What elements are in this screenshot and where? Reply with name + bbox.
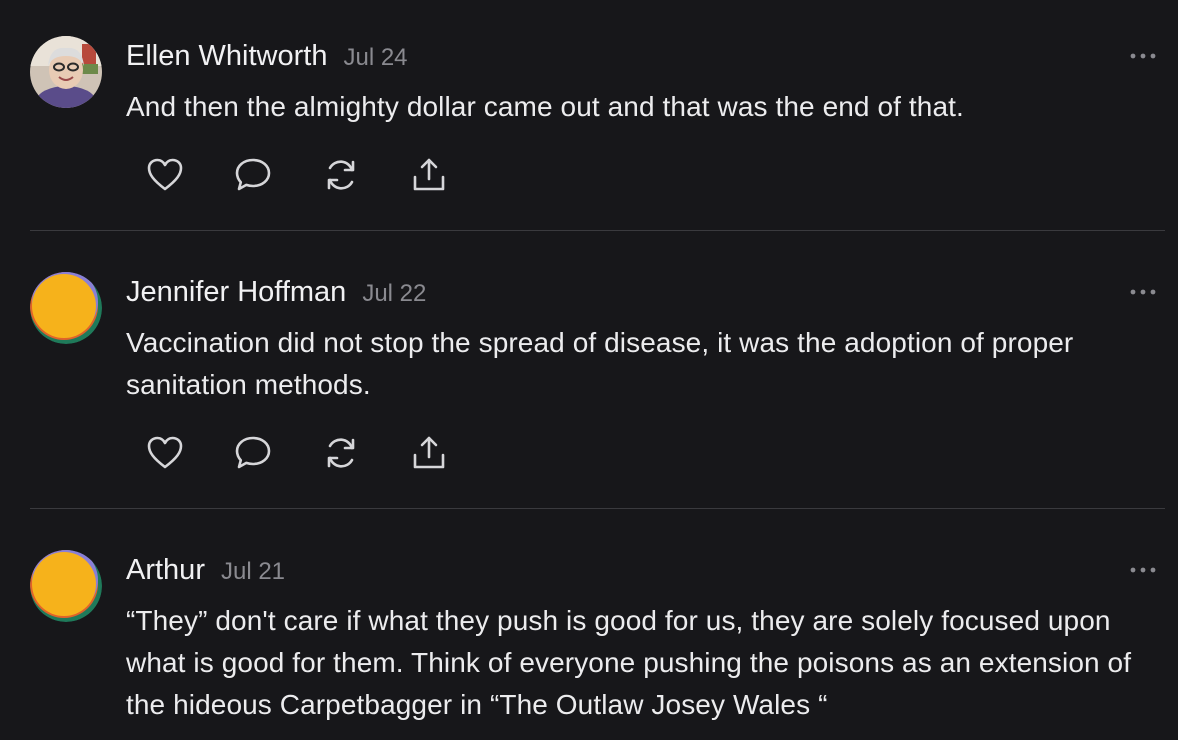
comment-actions <box>144 154 496 196</box>
comment-feed: Ellen Whitworth Jul 24 And then the almi… <box>0 0 1178 740</box>
avatar[interactable] <box>30 272 102 344</box>
speech-bubble-icon <box>235 436 271 469</box>
comment-date[interactable]: Jul 24 <box>343 44 407 72</box>
comment-text: Vaccination did not stop the spread of d… <box>126 327 1074 400</box>
comment-actions <box>144 432 496 474</box>
comment-header: Arthur Jul 21 <box>126 554 285 587</box>
share-icon <box>413 158 445 191</box>
like-button[interactable] <box>144 154 186 196</box>
comment-date[interactable]: Jul 22 <box>362 280 426 308</box>
more-options-button[interactable] <box>1128 49 1158 63</box>
author-name[interactable]: Ellen Whitworth <box>126 40 327 73</box>
avatar-photo <box>30 36 102 108</box>
like-button[interactable] <box>144 432 186 474</box>
comment-text: “They” don't care if what they push is g… <box>126 605 1132 720</box>
ellipsis-icon <box>1130 53 1156 59</box>
author-name[interactable]: Arthur <box>126 554 205 587</box>
comment-header: Ellen Whitworth Jul 24 <box>126 40 408 73</box>
comment-header: Jennifer Hoffman Jul 22 <box>126 276 426 309</box>
divider <box>30 508 1165 509</box>
default-avatar-icon <box>30 272 102 344</box>
share-button[interactable] <box>408 432 450 474</box>
repost-icon <box>327 160 355 190</box>
reply-button[interactable] <box>232 432 274 474</box>
restack-button[interactable] <box>320 154 362 196</box>
divider <box>30 230 1165 231</box>
avatar[interactable] <box>30 550 102 622</box>
share-icon <box>413 436 445 469</box>
default-avatar-icon <box>30 550 102 622</box>
ellipsis-icon <box>1130 289 1156 295</box>
heart-icon <box>147 158 183 191</box>
heart-icon <box>147 436 183 469</box>
author-name[interactable]: Jennifer Hoffman <box>126 276 346 309</box>
avatar[interactable] <box>30 36 102 108</box>
comment-date[interactable]: Jul 21 <box>221 558 285 586</box>
repost-icon <box>327 438 355 468</box>
speech-bubble-icon <box>235 158 271 191</box>
share-button[interactable] <box>408 154 450 196</box>
more-options-button[interactable] <box>1128 285 1158 299</box>
restack-button[interactable] <box>320 432 362 474</box>
reply-button[interactable] <box>232 154 274 196</box>
comment-text: And then the almighty dollar came out an… <box>126 91 964 122</box>
more-options-button[interactable] <box>1128 563 1158 577</box>
ellipsis-icon <box>1130 567 1156 573</box>
